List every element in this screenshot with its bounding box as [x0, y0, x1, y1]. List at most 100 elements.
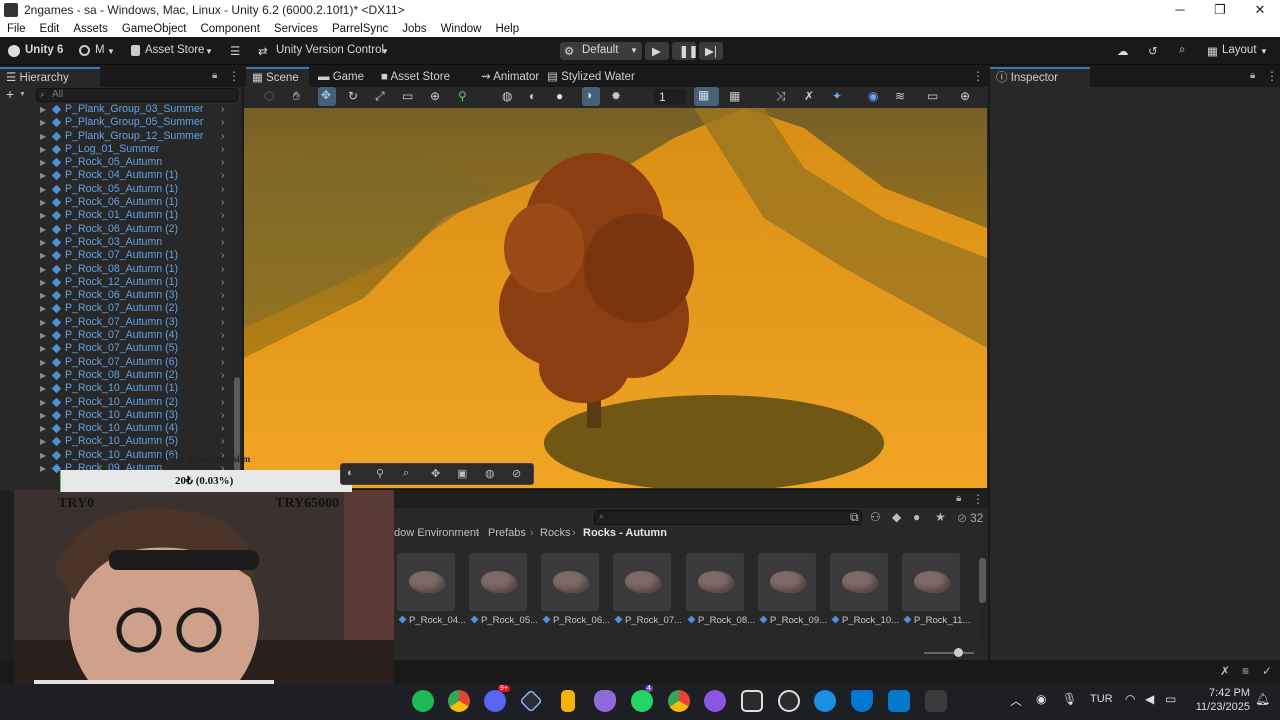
hierarchy-row[interactable]: ▶ P_Rock_06_Autumn (3) › — [0, 289, 236, 302]
chevron-right-icon[interactable]: › — [221, 236, 224, 249]
chevron-up-icon[interactable]: ︿ — [1010, 692, 1022, 709]
chevron-right-icon[interactable]: › — [221, 263, 224, 276]
hierarchy-row[interactable]: ▶ P_Rock_03_Autumn › — [0, 236, 236, 249]
hierarchy-row[interactable]: ▶ P_Rock_07_Autumn (3) › — [0, 316, 236, 329]
create-icon[interactable]: ⧉ — [850, 510, 859, 525]
search-by-type-icon[interactable]: ⚇ — [870, 510, 881, 524]
hierarchy-row[interactable]: ▶ P_Rock_10_Autumn (2) › — [0, 396, 236, 409]
kebab-menu-icon[interactable]: ⋮ — [972, 69, 984, 83]
discord-icon[interactable]: 9+ — [484, 685, 510, 712]
wifi-icon[interactable]: ◠ — [1125, 692, 1135, 706]
whatsapp-icon[interactable]: 4 — [631, 685, 653, 712]
menu-file[interactable]: File — [0, 23, 33, 35]
menu-help[interactable]: Help — [488, 23, 526, 35]
chevron-right-icon[interactable]: › — [221, 249, 224, 262]
expand-arrow-icon[interactable]: ▶ — [40, 316, 46, 329]
chevron-right-icon[interactable]: › — [221, 196, 224, 209]
visibility-eye-icon[interactable]: ◉ — [868, 89, 878, 103]
sphere-icon[interactable]: ● — [556, 89, 563, 103]
chevron-right-icon[interactable]: › — [221, 422, 224, 435]
unity-version-label[interactable]: Unity 6 — [25, 44, 63, 56]
chevron-right-icon[interactable]: › — [221, 316, 224, 329]
pause-button[interactable]: ❚❚ — [672, 42, 698, 60]
breadcrumb-item[interactable]: dow Environment — [394, 527, 479, 539]
hierarchy-row[interactable]: ▶ P_Rock_10_Autumn (3) › — [0, 409, 236, 422]
breadcrumb-current[interactable]: Rocks - Autumn — [583, 527, 667, 539]
compass-icon[interactable]: ⊘ — [512, 467, 521, 480]
expand-arrow-icon[interactable]: ▶ — [40, 302, 46, 315]
transform-tool-icon[interactable]: ⊕ — [430, 89, 440, 103]
hierarchy-row[interactable]: ▶ P_Rock_06_Autumn (2) › — [0, 223, 236, 236]
hierarchy-row[interactable]: ▶ P_Plank_Group_12_Summer › — [0, 130, 236, 143]
asset-store-button[interactable]: Asset Store — [145, 44, 204, 56]
hierarchy-row[interactable]: ▶ P_Rock_07_Autumn (1) › — [0, 249, 236, 262]
expand-arrow-icon[interactable]: ▶ — [40, 143, 46, 156]
chevron-right-icon[interactable]: › — [221, 183, 224, 196]
chevron-right-icon[interactable]: › — [221, 289, 224, 302]
debug-icon[interactable]: ✗ — [1220, 664, 1230, 678]
icon-size-slider[interactable] — [924, 648, 974, 657]
expand-arrow-icon[interactable]: ▶ — [40, 209, 46, 222]
hierarchy-row[interactable]: ▶ P_Rock_05_Autumn (1) › — [0, 183, 236, 196]
github-icon[interactable] — [704, 690, 726, 712]
snap-icon[interactable]: ▦ — [729, 89, 740, 103]
expand-arrow-icon[interactable]: ▶ — [40, 130, 46, 143]
error-filter-icon[interactable]: ● — [913, 510, 920, 524]
tab-game[interactable]: ▬ Game — [312, 67, 374, 87]
menu-gameobject[interactable]: GameObject — [115, 23, 194, 35]
chevron-right-icon[interactable]: › — [221, 130, 224, 143]
hierarchy-row[interactable]: ▶ P_Rock_12_Autumn (1) › — [0, 276, 236, 289]
move-tool-icon[interactable]: ✥ — [431, 467, 440, 480]
icon-size-slider-handle[interactable] — [954, 648, 963, 657]
tab-stylized-water[interactable]: ▤ Stylized Water — [541, 67, 645, 87]
label-tag-icon[interactable]: ◆ — [892, 510, 901, 524]
expand-arrow-icon[interactable]: ▶ — [40, 236, 46, 249]
asset-tile[interactable]: P_Rock_04... — [397, 553, 466, 635]
menu-services[interactable]: Services — [267, 23, 325, 35]
step-button[interactable]: ▶| — [699, 42, 723, 60]
spotify-icon[interactable] — [412, 690, 434, 712]
expand-arrow-icon[interactable]: ▶ — [40, 435, 46, 448]
chevron-right-icon[interactable]: › — [221, 103, 224, 116]
version-control-button[interactable]: Unity Version Control — [276, 44, 384, 56]
menu-jobs[interactable]: Jobs — [395, 23, 433, 35]
project-scrollbar[interactable] — [979, 548, 986, 640]
tab-inspector[interactable]: ⓘ Inspector — [990, 67, 1090, 87]
unity-icon[interactable] — [778, 690, 800, 712]
asset-tile[interactable]: P_Rock_11... — [902, 553, 970, 635]
tray-app-icon[interactable]: ◉ — [1036, 692, 1046, 706]
chevron-right-icon[interactable]: › — [221, 143, 224, 156]
close-button[interactable]: ✕ — [1240, 0, 1280, 20]
project-scroll-thumb[interactable] — [979, 558, 986, 603]
battery-icon[interactable]: ▭ — [1165, 692, 1176, 706]
hierarchy-row[interactable]: ▶ P_Rock_05_Autumn › — [0, 156, 236, 169]
expand-arrow-icon[interactable]: ▶ — [40, 342, 46, 355]
cloud-icon[interactable]: ☁ — [1117, 44, 1129, 58]
hierarchy-row[interactable]: ▶ P_Rock_07_Autumn (2) › — [0, 302, 236, 315]
clock-time[interactable]: 7:42 PM — [1190, 687, 1250, 699]
check-icon[interactable]: ✓ — [1262, 664, 1272, 678]
clock-date[interactable]: 11/23/2025 — [1190, 701, 1250, 713]
menu-edit[interactable]: Edit — [33, 23, 67, 35]
lock-icon[interactable]: 🔒︎ — [956, 493, 961, 504]
hierarchy-row[interactable]: ▶ P_Rock_01_Autumn (1) › — [0, 209, 236, 222]
play-button[interactable]: ▶ — [645, 42, 669, 60]
globe-icon[interactable]: ◍ — [502, 89, 512, 103]
expand-arrow-icon[interactable]: ▶ — [40, 103, 46, 116]
move-tool-button[interactable]: ✥ — [318, 87, 336, 106]
kebab-menu-icon[interactable]: ⋮ — [228, 69, 240, 83]
expand-arrow-icon[interactable]: ▶ — [40, 116, 46, 129]
hierarchy-row[interactable]: ▶ P_Rock_10_Autumn (4) › — [0, 422, 236, 435]
hierarchy-row[interactable]: ▶ P_Plank_Group_03_Summer › — [0, 103, 236, 116]
chevron-right-icon[interactable]: › — [221, 156, 224, 169]
history-icon[interactable]: ↺ — [1148, 44, 1158, 58]
scale-tool-icon[interactable]: ⤢ — [375, 89, 385, 104]
asset-tile[interactable]: P_Rock_05... — [469, 553, 538, 635]
camera-icon[interactable]: ▣ — [457, 467, 467, 480]
chevron-right-icon[interactable]: › — [221, 435, 224, 448]
expand-arrow-icon[interactable]: ▶ — [40, 449, 46, 462]
hierarchy-row[interactable]: ▶ P_Rock_08_Autumn (1) › — [0, 263, 236, 276]
notification-bell-icon[interactable]: 🔔︎ — [1255, 692, 1270, 706]
tab-scene[interactable]: ▦ Scene — [246, 67, 309, 87]
expand-arrow-icon[interactable]: ▶ — [40, 249, 46, 262]
